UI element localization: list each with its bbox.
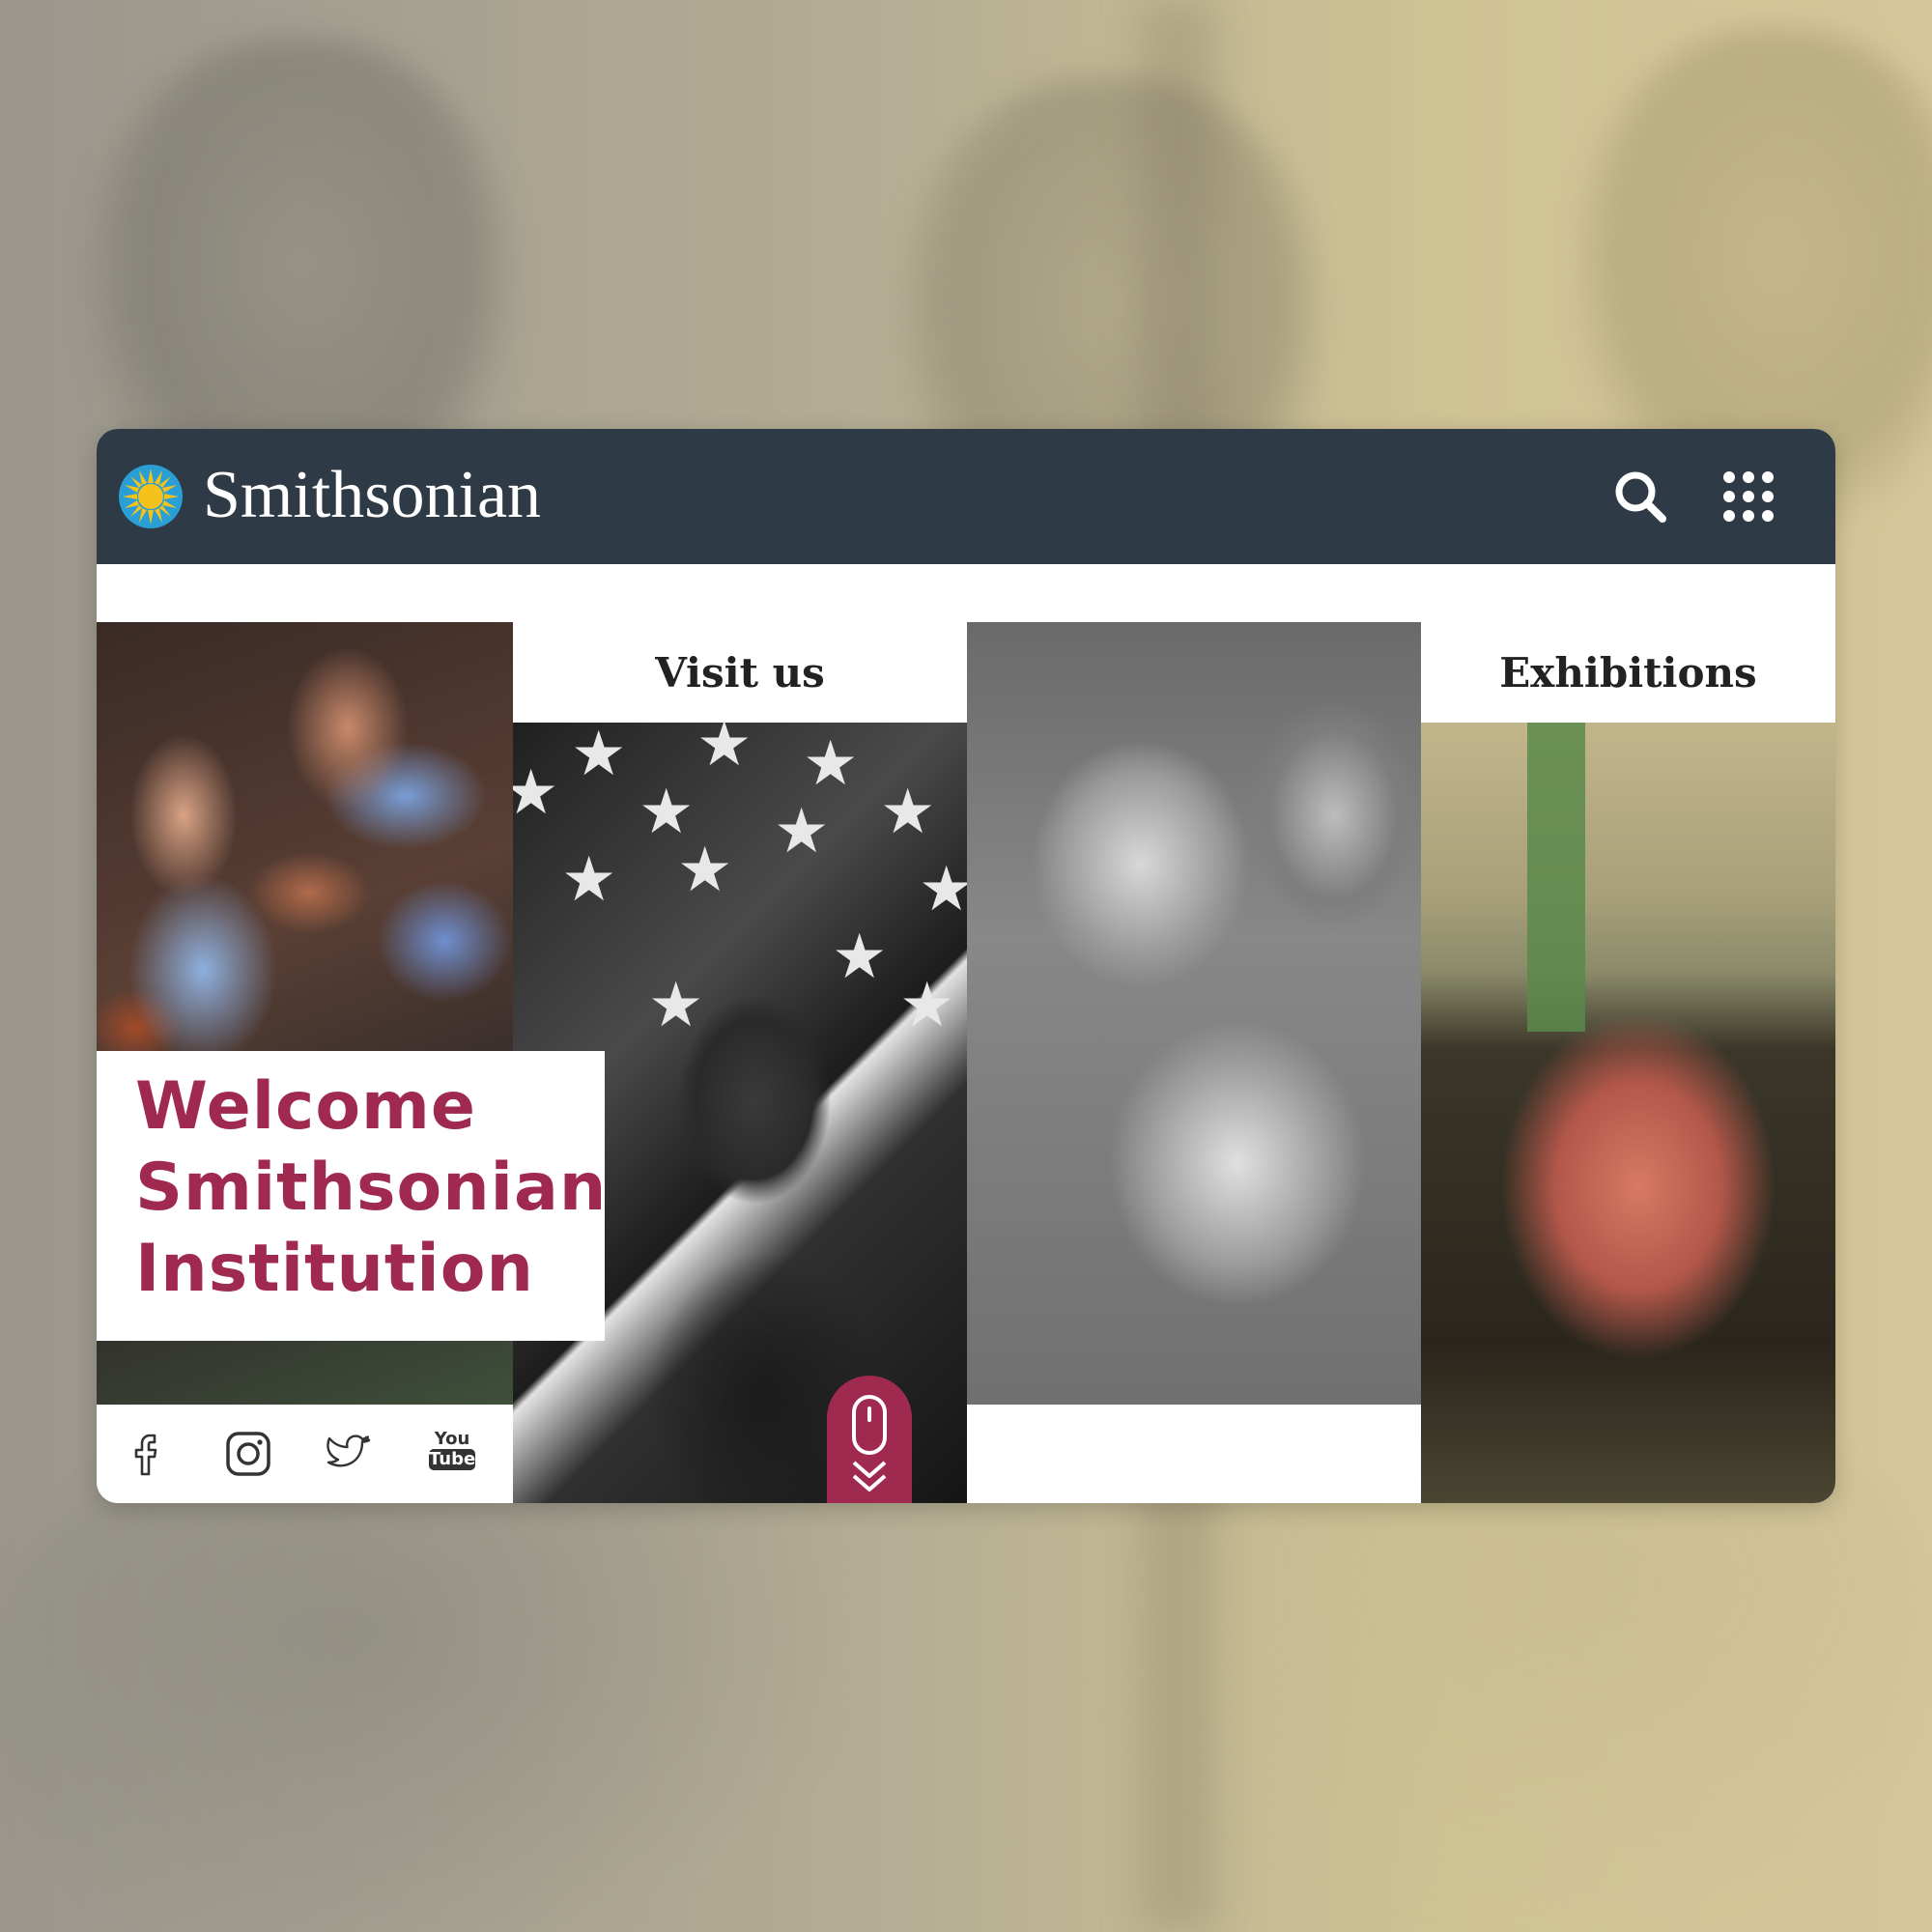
welcome-line-3: Institution [135,1231,534,1307]
sun-logo-icon[interactable] [118,464,184,529]
lions-image [967,622,1421,1405]
brand-title[interactable]: Smithsonian [203,454,541,537]
scroll-down-icon [852,1395,887,1492]
youtube-text-bottom: Tube [429,1449,476,1470]
browser-window: Smithsonian You Tube Visit us ★ ★ ★ ★ ★ … [97,429,1835,1503]
welcome-line-2: Smithsonian [135,1150,608,1226]
twitter-icon[interactable] [325,1430,373,1478]
welcome-heading: Welcome Smithsonian Institution [97,1051,608,1341]
search-icon[interactable] [1611,468,1669,526]
exhibitions-link[interactable]: Exhibitions [1421,622,1835,723]
youtube-icon[interactable]: You Tube [429,1430,475,1478]
site-header: Smithsonian [97,429,1835,564]
instagram-icon[interactable] [224,1430,272,1478]
grid-menu-icon[interactable] [1721,469,1776,524]
visit-us-link[interactable]: Visit us [513,622,967,723]
scroll-down-button[interactable] [827,1376,912,1503]
exhibitions-panel[interactable]: Exhibitions [1421,622,1835,1503]
panel-footer [967,1405,1421,1503]
social-links: You Tube [97,1405,513,1503]
welcome-line-1: Welcome [135,1068,477,1145]
content-panels: You Tube Visit us ★ ★ ★ ★ ★ ★ ★ ★ ★ ★ ★ … [97,622,1835,1503]
soldier-portrait-image [1421,723,1835,1503]
facebook-icon[interactable] [126,1430,174,1478]
youtube-text-top: You [434,1429,470,1449]
wildlife-panel [967,622,1421,1503]
